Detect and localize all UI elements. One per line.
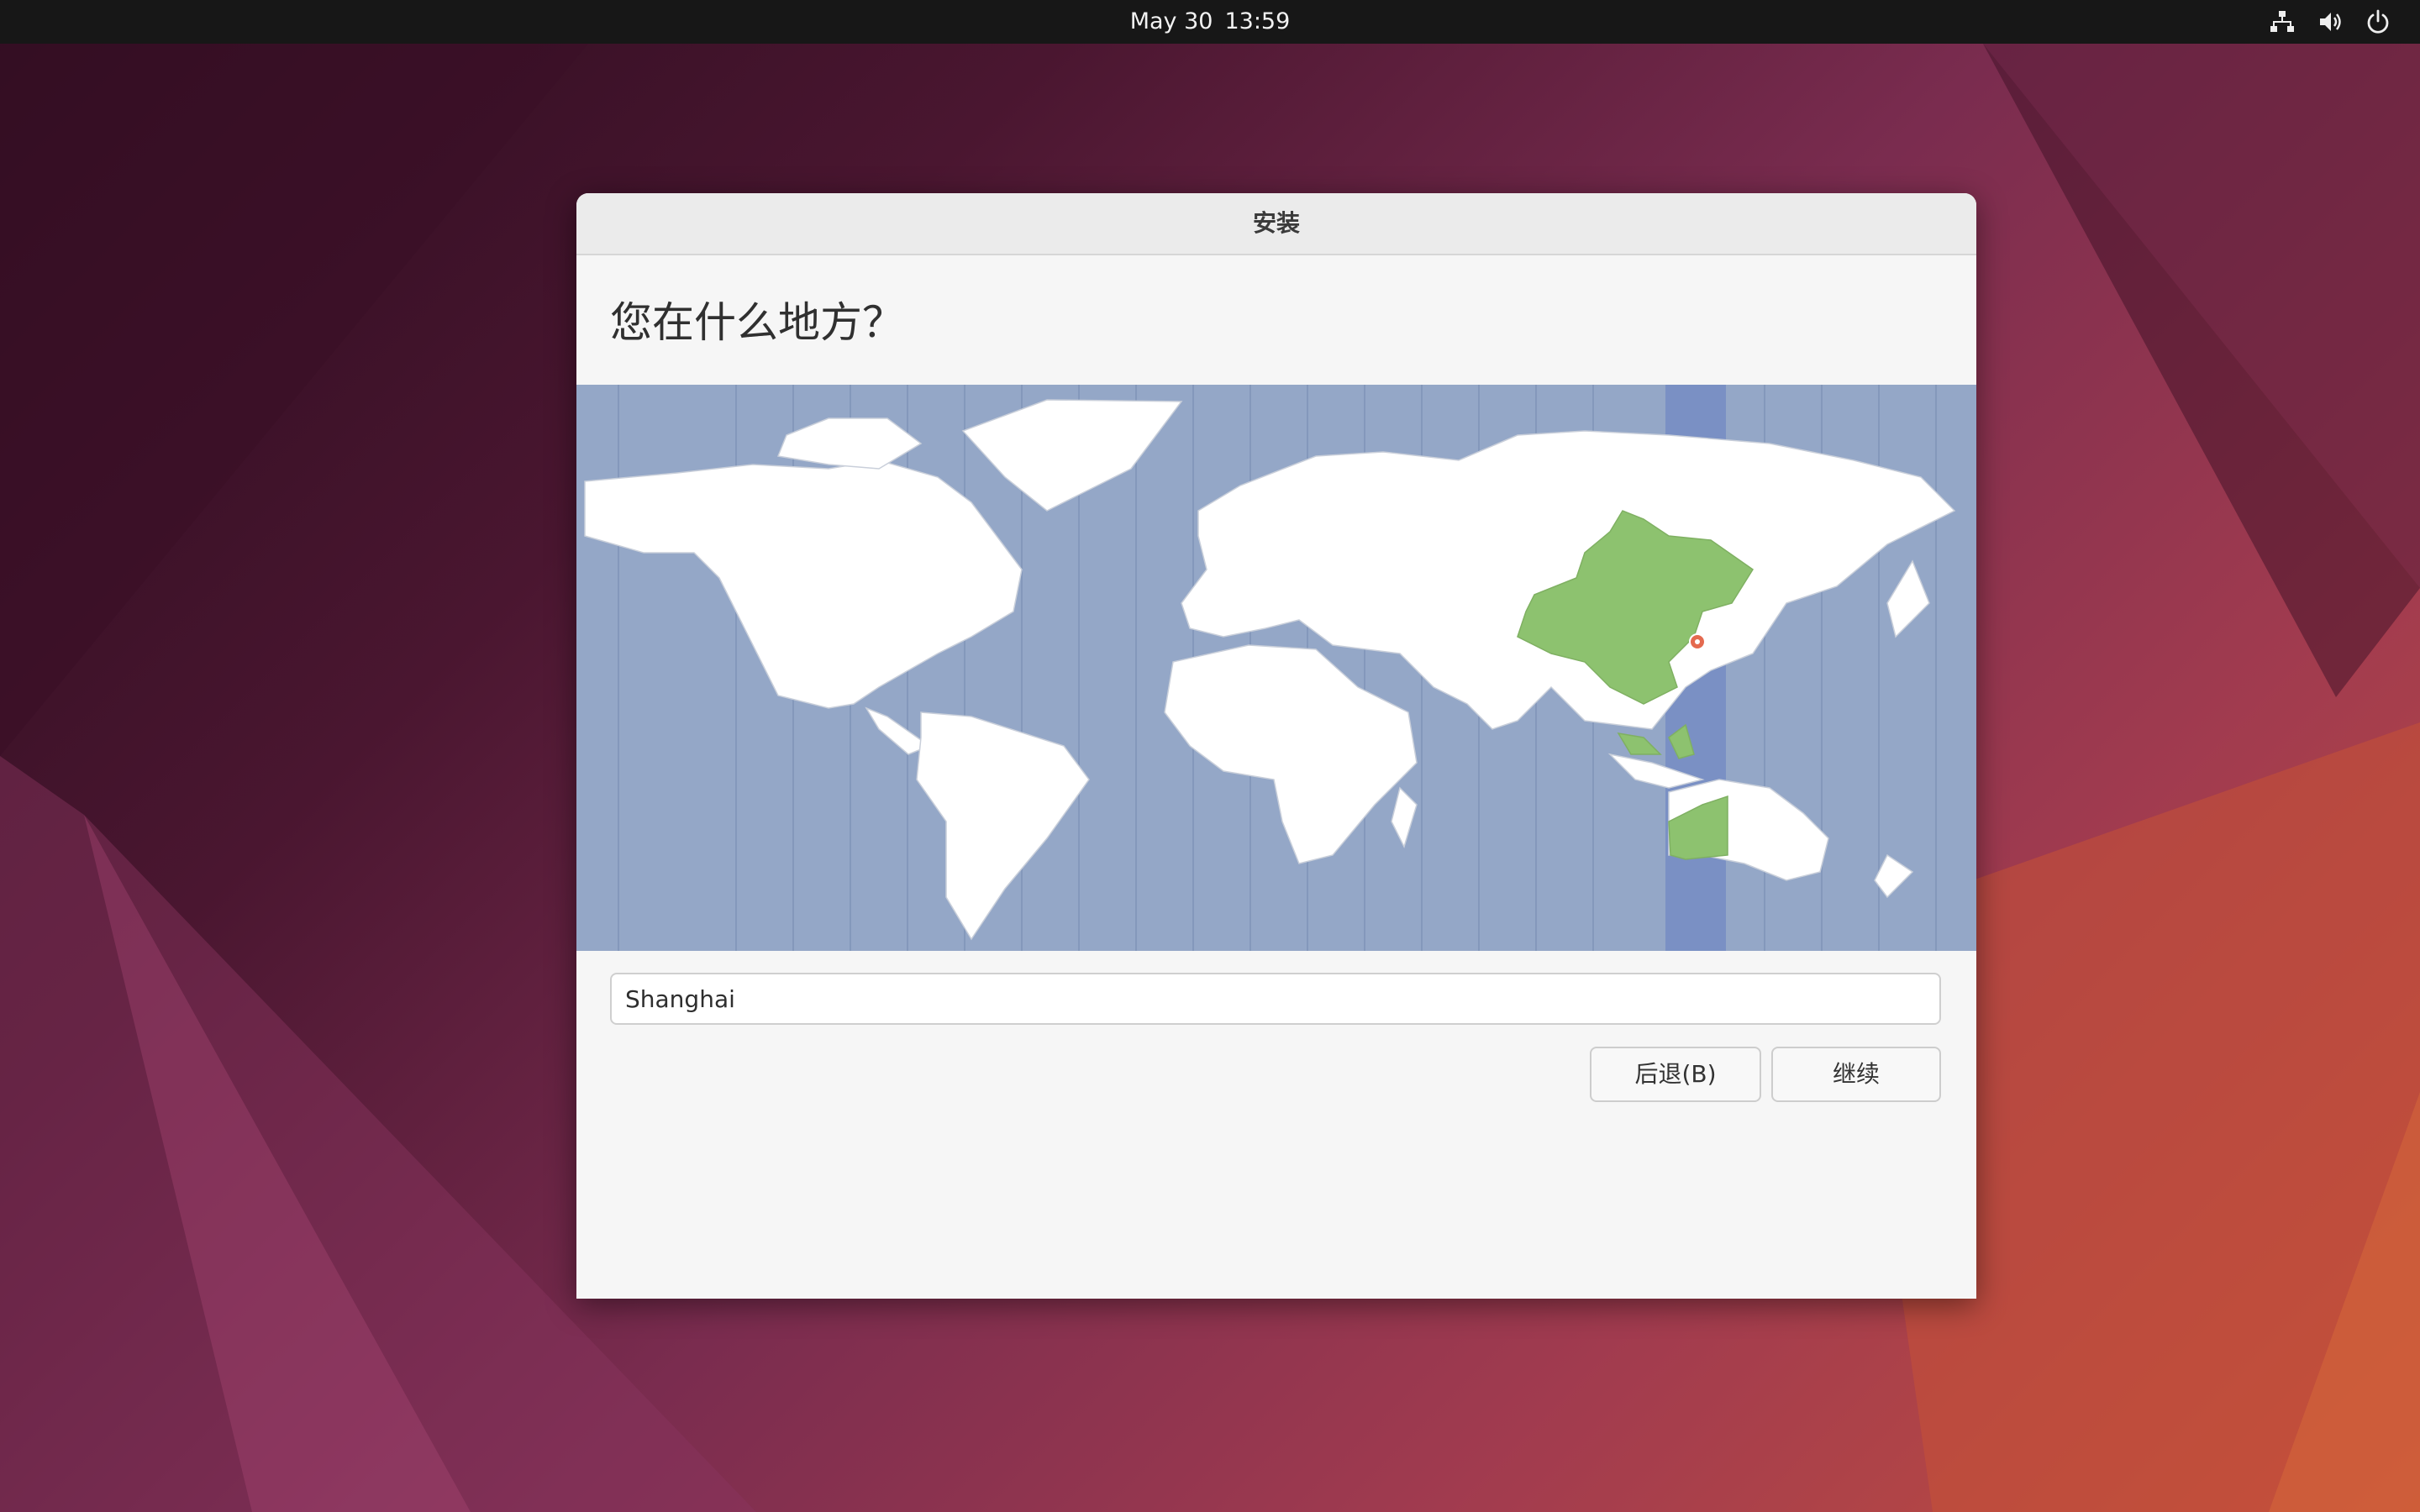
- clock-time: 13:59: [1224, 8, 1291, 34]
- location-input[interactable]: [610, 973, 1941, 1025]
- power-icon[interactable]: [2365, 8, 2391, 35]
- installer-window: 安装 您在什么地方？ Shanghai 后退(B) 继续: [576, 193, 1976, 1299]
- clock-date: May 30: [1129, 8, 1213, 34]
- continue-button[interactable]: 继续: [1771, 1047, 1941, 1102]
- timezone-map[interactable]: [576, 385, 1976, 951]
- top-bar: May 30 13:59: [0, 0, 2420, 44]
- desktop: May 30 13:59 安装 您在什么地方？ Shanghai 后退(B) 继…: [0, 0, 2420, 1512]
- network-icon[interactable]: [2269, 8, 2296, 35]
- clock[interactable]: May 30 13:59: [1084, 0, 1336, 44]
- page-heading: 您在什么地方？: [610, 298, 904, 347]
- back-button[interactable]: 后退(B): [1590, 1047, 1761, 1102]
- selected-city-marker: [1689, 633, 1706, 650]
- window-title: 安装: [576, 193, 1976, 255]
- volume-icon[interactable]: [2317, 8, 2344, 35]
